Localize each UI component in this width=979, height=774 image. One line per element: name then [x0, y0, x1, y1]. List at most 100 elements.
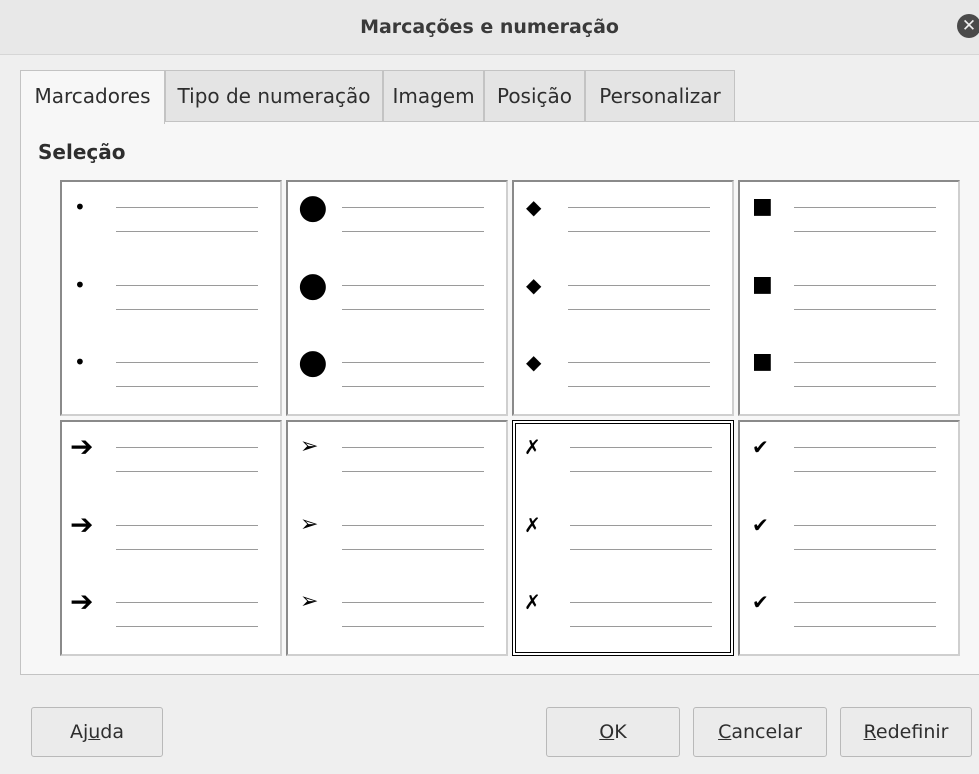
dialog-title: Marcações e numeração: [360, 16, 619, 38]
cross-bullet-icon: ✗: [524, 435, 541, 459]
preview-line: [342, 362, 484, 363]
large-dot-bullet-icon: ●: [298, 265, 328, 305]
reset-button[interactable]: Redefinir: [840, 707, 972, 757]
preview-line: [116, 285, 258, 286]
preview-line: [794, 231, 936, 232]
preview-line: [794, 525, 936, 526]
arrow-bullet-icon: ➔: [70, 430, 94, 463]
small-dot-bullet-icon: •: [74, 273, 86, 297]
help-mnemonic: u: [88, 721, 101, 743]
preview-row: ●: [288, 187, 506, 237]
diamond-bullet-icon: ◆: [526, 273, 542, 297]
preview-row: ✔: [740, 515, 958, 555]
preview-row: ➢: [288, 589, 506, 632]
preview-line: [794, 602, 936, 603]
preview-line: [570, 549, 712, 550]
preview-line: [342, 447, 484, 448]
preview-line: [568, 309, 710, 310]
ok-mnemonic: O: [599, 721, 615, 743]
preview-row: ➔: [62, 588, 280, 632]
bullet-style-cross-selected[interactable]: ✗ ✗ ✗: [512, 420, 734, 656]
preview-line: [116, 207, 258, 208]
preview-line: [342, 386, 484, 387]
bullet-style-diamond[interactable]: ◆ ◆ ◆: [512, 180, 734, 416]
diamond-bullet-icon: ◆: [526, 195, 542, 219]
preview-row: •: [62, 197, 280, 237]
bullet-style-arrowhead[interactable]: ➢ ➢ ➢: [286, 420, 508, 656]
preview-line: [794, 285, 936, 286]
tab-imagem[interactable]: Imagem: [383, 70, 484, 122]
tab-tipo-de-numeracao[interactable]: Tipo de numeração: [165, 70, 383, 122]
help-label-start: Aj: [69, 721, 89, 743]
preview-line: [794, 386, 936, 387]
tab-marcadores[interactable]: Marcadores: [20, 70, 165, 124]
preview-row: ➢: [288, 512, 506, 555]
preview-line: [570, 525, 712, 526]
preview-row: ➔: [62, 430, 280, 477]
check-bullet-icon: ✔: [752, 435, 769, 459]
ok-label-end: K: [614, 721, 627, 743]
preview-row: •: [62, 352, 280, 392]
bullet-style-arrow[interactable]: ➔ ➔ ➔: [60, 420, 282, 656]
preview-line: [116, 362, 258, 363]
ok-button[interactable]: OK: [546, 707, 680, 757]
preview-line: [342, 602, 484, 603]
arrowhead-bullet-icon: ➢: [300, 589, 319, 614]
bullet-style-check[interactable]: ✔ ✔ ✔: [738, 420, 960, 656]
help-label-end: da: [100, 721, 125, 743]
preview-line: [116, 447, 258, 448]
small-dot-bullet-icon: •: [74, 195, 86, 219]
preview-line: [570, 626, 712, 627]
preview-row: ➢: [288, 436, 506, 477]
preview-line: [342, 285, 484, 286]
reset-mnemonic: R: [863, 721, 876, 743]
diamond-bullet-icon: ◆: [526, 350, 542, 374]
section-label: Seleção: [38, 140, 126, 164]
title-bar: Marcações e numeração ✕: [0, 0, 979, 55]
square-bullet-icon: ■: [752, 349, 773, 374]
preview-row: ●: [288, 345, 506, 392]
preview-row: ✔: [740, 592, 958, 632]
preview-line: [570, 471, 712, 472]
preview-line: [116, 525, 258, 526]
cross-bullet-icon: ✗: [524, 513, 541, 537]
bullet-style-small-dot[interactable]: • • •: [60, 180, 282, 416]
preview-line: [116, 471, 258, 472]
cancel-label-end: ancelar: [731, 721, 802, 743]
bullet-style-square[interactable]: ■ ■ ■: [738, 180, 960, 416]
reset-label-end: edefinir: [875, 721, 949, 743]
preview-row: ◆: [514, 352, 732, 392]
preview-line: [116, 549, 258, 550]
help-button[interactable]: Ajuda: [31, 707, 163, 757]
cancel-mnemonic: C: [718, 721, 732, 743]
large-dot-bullet-icon: ●: [298, 187, 328, 227]
check-bullet-icon: ✔: [752, 513, 769, 537]
square-bullet-icon: ■: [752, 194, 773, 219]
preview-line: [794, 362, 936, 363]
preview-line: [342, 626, 484, 627]
tab-personalizar[interactable]: Personalizar: [585, 70, 735, 122]
preview-row: ◆: [514, 197, 732, 237]
preview-line: [568, 362, 710, 363]
tab-posicao[interactable]: Posição: [484, 70, 585, 122]
preview-line: [568, 207, 710, 208]
bullet-style-grid: • • • ● ● ● ◆ ◆ ◆ ■ ■ ■ ➔ ➔ ➔ ➢ ➢ ➢ ✗ ✗ …: [60, 180, 960, 658]
preview-row: •: [62, 275, 280, 315]
preview-line: [342, 525, 484, 526]
preview-line: [116, 231, 258, 232]
preview-line: [794, 207, 936, 208]
preview-line: [794, 471, 936, 472]
arrowhead-bullet-icon: ➢: [300, 512, 319, 537]
arrow-bullet-icon: ➔: [70, 508, 94, 541]
bullet-style-large-dot[interactable]: ● ● ●: [286, 180, 508, 416]
cancel-button[interactable]: Cancelar: [693, 707, 827, 757]
preview-row: ■: [740, 349, 958, 392]
preview-line: [116, 309, 258, 310]
preview-line: [116, 386, 258, 387]
preview-line: [342, 309, 484, 310]
close-icon[interactable]: ✕: [957, 14, 979, 38]
preview-line: [342, 471, 484, 472]
preview-row: ➔: [62, 508, 280, 555]
preview-row: ✗: [516, 515, 730, 555]
preview-line: [568, 231, 710, 232]
